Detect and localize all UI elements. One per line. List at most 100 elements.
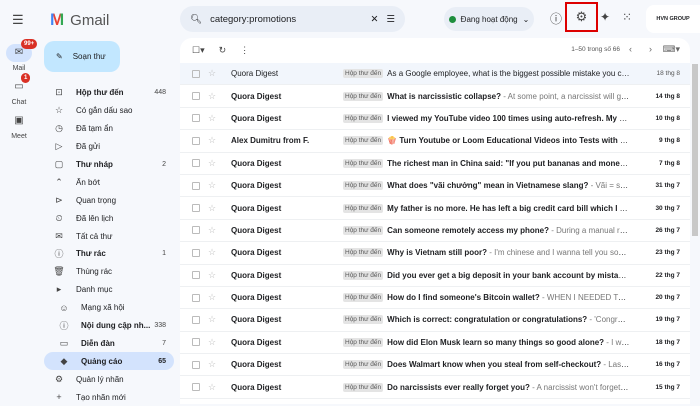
email-row[interactable]: ☆ Quora Digest Hộp thư đến Which is correct… [180,309,690,332]
email-row[interactable]: ☆ Quora Digest Hộp thư đến Does Walmart kno… [180,354,690,377]
email-row[interactable]: ☆ Quora Digest Hộp thư đến My father is no … [180,197,690,220]
email-row[interactable]: ☆ Quora Digest Hộp thư đến The richest man … [180,152,690,175]
email-row[interactable]: ☆ Quora Digest Hộp thư đến Can someone remo… [180,219,690,243]
status-dropdown[interactable]: Đang hoạt động ⌄ [444,7,534,31]
sidebar-item[interactable]: ⊳ Quan trọng [44,191,174,209]
email-row[interactable]: ☆ Quora Digest Hộp thư đến What is narcissi… [180,85,690,108]
sidebar-item[interactable]: + Tạo nhãn mới [44,388,174,406]
row-checkbox[interactable] [192,159,200,168]
sidebar-item[interactable]: ◷ Đã tạm ẩn [44,120,174,138]
sidebar-item[interactable]: ⓘ Nội dung cập nh... 338 [44,317,174,335]
sidebar-item[interactable]: ⓘ Thư rác 1 [44,245,174,263]
inbox-label-tag[interactable]: Hộp thư đến [343,69,384,79]
star-icon[interactable]: ☆ [208,359,220,370]
row-checkbox[interactable] [192,338,200,347]
star-icon[interactable]: ☆ [208,91,220,102]
sidebar-item[interactable]: ▢ Thư nháp 2 [44,156,174,174]
inbox-label-tag[interactable]: Hộp thư đến [343,181,384,191]
row-checkbox[interactable] [192,204,200,213]
email-row[interactable]: ☆ Quora Digest Hộp thư đến Why is Vietnam s… [180,242,690,265]
sidebar-item[interactable]: ✉ Tất cả thư [44,227,174,245]
star-icon[interactable]: ☆ [208,292,220,303]
sidebar-item[interactable]: ▸ Danh mục [44,281,174,299]
row-checkbox[interactable] [192,383,200,392]
sidebar-item[interactable]: ▭ Diễn đàn 7 [44,334,174,352]
email-row[interactable]: ☆ Quora Digest Hộp thư đến As a Google empl… [180,63,690,86]
email-row[interactable]: ☆ Quora Digest Hộp thư đến Did you ever get… [180,264,690,287]
star-icon[interactable]: ☆ [208,247,220,258]
row-checkbox[interactable] [192,92,200,101]
inbox-label-tag[interactable]: Hộp thư đến [343,91,384,101]
more-options-icon[interactable]: ⋮ [240,45,249,56]
inbox-label-tag[interactable]: Hộp thư đến [343,270,384,280]
star-icon[interactable]: ☆ [208,68,220,79]
email-row[interactable]: ☆ Alex Dumitru from F. Hộp thư đến 🍿 Turn Y… [180,130,690,153]
row-checkbox[interactable] [192,293,200,302]
select-all-checkbox[interactable]: ☐▾ [192,45,205,56]
sidebar-item[interactable]: ⌃ Ẩn bớt [44,173,174,191]
settings-button[interactable]: ⚙ [565,2,598,32]
row-checkbox[interactable] [192,248,200,257]
inbox-label-tag[interactable]: Hộp thư đến [343,225,384,235]
star-icon[interactable]: ☆ [208,337,220,348]
star-icon[interactable]: ☆ [208,270,220,281]
row-checkbox[interactable] [192,114,200,123]
star-icon[interactable]: ☆ [208,225,220,236]
inbox-label-tag[interactable]: Hộp thư đến [343,203,384,213]
menu-icon[interactable]: ☰ [12,12,24,28]
rail-item-meet[interactable]: ▣ Meet [0,112,38,140]
gmail-logo[interactable]: M Gmail [50,10,109,30]
inbox-label-tag[interactable]: Hộp thư đến [343,293,384,303]
inbox-label-tag[interactable]: Hộp thư đến [343,360,384,370]
search-options-icon[interactable]: ☰ [386,14,395,25]
email-row[interactable]: ☆ Quora Digest Hộp thư đến How did Elon Mus… [180,331,690,355]
inbox-label-tag[interactable]: Hộp thư đến [343,248,384,258]
compose-button[interactable]: ✎ Soạn thư [44,41,120,72]
sidebar-item[interactable]: ⏲ Đã lên lịch [44,209,174,227]
prev-page-icon[interactable]: ‹ [629,44,632,54]
clear-search-icon[interactable]: ✕ [371,14,379,25]
star-icon[interactable]: ☆ [208,158,220,169]
account-brand-logo[interactable]: HVN GROUP [646,5,700,33]
apps-grid-icon[interactable]: ⁙ [622,10,632,24]
inbox-label-tag[interactable]: Hộp thư đến [343,113,384,123]
star-icon[interactable]: ☆ [208,314,220,325]
row-checkbox[interactable] [192,360,200,369]
sidebar-item[interactable]: ☆ Có gắn dấu sao [44,102,174,120]
star-icon[interactable]: ☆ [208,180,220,191]
inbox-label-tag[interactable]: Hộp thư đến [343,315,384,325]
row-checkbox[interactable] [192,69,200,78]
email-row[interactable]: ☆ Quora Digest Hộp thư đến Do narcissists e… [180,376,690,399]
row-checkbox[interactable] [192,315,200,324]
sidebar-item[interactable]: ⚙ Quản lý nhãn [44,370,174,388]
next-page-icon[interactable]: › [649,44,652,54]
inbox-label-tag[interactable]: Hộp thư đến [343,337,384,347]
sidebar-item[interactable]: ◆ Quảng cáo 65 [44,352,174,371]
sidebar-item[interactable]: ▷ Đã gửi [44,138,174,156]
scrollbar[interactable] [692,64,698,236]
search-input[interactable]: category:promotions [210,14,362,25]
rail-item-mail[interactable]: ✉ 99+ Mail [0,39,38,72]
row-checkbox[interactable] [192,271,200,280]
inbox-label-tag[interactable]: Hộp thư đến [343,136,384,146]
gemini-icon[interactable]: ✦ [600,10,610,24]
email-row[interactable]: ☆ Quora Digest Hộp thư đến How do I find so… [180,286,690,310]
email-row[interactable]: ☆ Quora Digest Hộp thư đến What does "vãi c… [180,174,690,198]
search-bar[interactable]: 🔍︎ category:promotions ✕ ☰ [180,6,405,32]
email-row[interactable]: ☆ Quora Digest Hộp thư đến I viewed my YouT… [180,107,690,131]
star-icon[interactable]: ☆ [208,135,220,146]
input-tools-icon[interactable]: ⌨▾ [662,44,680,55]
star-icon[interactable]: ☆ [208,203,220,214]
sidebar-item[interactable]: ⊡ Hộp thư đến 448 [44,84,174,102]
search-icon[interactable]: 🔍︎ [190,14,202,25]
star-icon[interactable]: ☆ [208,382,220,393]
row-checkbox[interactable] [192,181,200,190]
sidebar-item[interactable]: 🗑 Thùng rác [44,263,174,281]
row-checkbox[interactable] [192,226,200,235]
star-icon[interactable]: ☆ [208,113,220,124]
help-icon[interactable]: ⓘ [550,10,562,27]
refresh-icon[interactable]: ↻ [219,45,227,56]
rail-item-chat[interactable]: ▭ 1 Chat [0,73,38,106]
sidebar-item[interactable]: ☺ Mạng xã hội [44,299,174,317]
inbox-label-tag[interactable]: Hộp thư đến [343,382,384,392]
